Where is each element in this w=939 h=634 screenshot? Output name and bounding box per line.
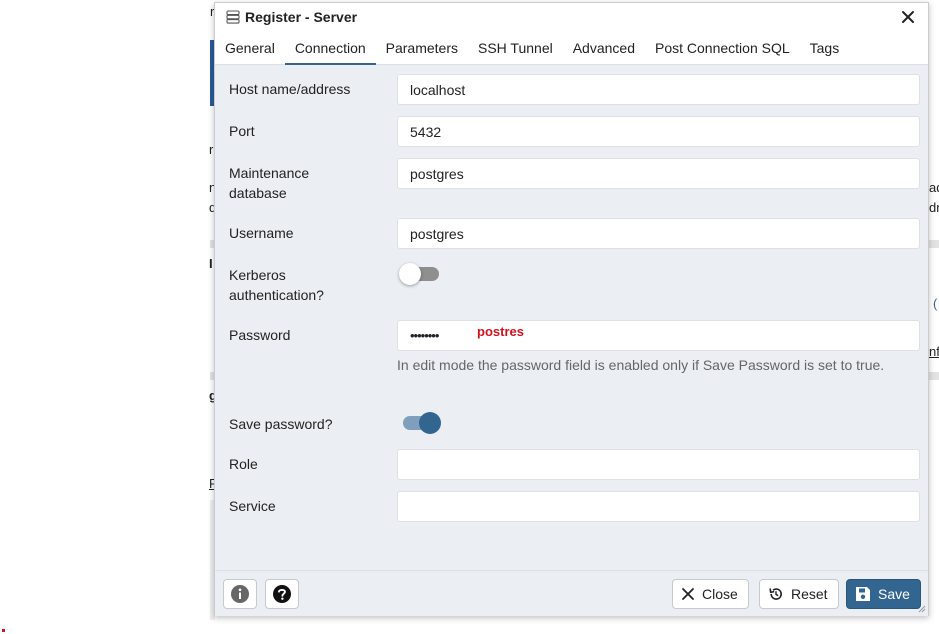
username-label: Username <box>229 225 294 241</box>
background-text-fragment: ad <box>929 180 939 195</box>
save-password-label: Save password? <box>229 416 333 432</box>
save-button-label: Save <box>878 586 910 602</box>
background-text-fragment: dr <box>929 200 939 215</box>
role-label: Role <box>229 456 258 472</box>
background-text-fragment: I <box>209 256 213 271</box>
help-button[interactable] <box>265 579 299 609</box>
host-label: Host name/address <box>229 81 351 97</box>
background-text-fragment: r <box>209 142 214 157</box>
save-icon <box>856 587 870 601</box>
background-text-fragment: nf <box>929 344 939 359</box>
port-input[interactable] <box>397 116 920 147</box>
stray-mark <box>2 629 5 632</box>
help-icon <box>273 585 291 603</box>
save-button[interactable]: Save <box>846 579 921 609</box>
host-input[interactable] <box>397 74 920 105</box>
maintenance-database-input[interactable] <box>397 158 920 189</box>
password-label: Password <box>229 327 291 343</box>
password-hint: In edit mode the password field is enabl… <box>397 357 885 373</box>
reset-icon <box>769 588 782 600</box>
connection-form: Host name/address Port Maintenance datab… <box>215 65 928 570</box>
kerberos-toggle[interactable] <box>399 262 441 286</box>
info-icon <box>231 585 249 603</box>
background-divider <box>929 372 939 380</box>
server-icon <box>226 10 240 24</box>
kerberos-label: Kerberos authentication? <box>229 267 324 303</box>
password-annotation: postres <box>477 324 524 339</box>
reset-button-label: Reset <box>791 586 828 602</box>
dialog-title: Register - Server <box>245 9 358 25</box>
tab-ssh-tunnel[interactable]: SSH Tunnel <box>468 31 563 65</box>
service-label: Service <box>229 498 276 514</box>
toggle-knob <box>399 263 421 285</box>
role-input[interactable] <box>397 449 920 480</box>
close-button[interactable]: Close <box>672 579 749 609</box>
password-input[interactable]: •••••••• <box>397 320 920 351</box>
maintenance-database-label: Maintenance database <box>229 165 310 201</box>
tab-advanced[interactable]: Advanced <box>563 31 645 65</box>
tab-bar: General Connection Parameters SSH Tunnel… <box>215 31 928 65</box>
close-icon <box>682 588 694 600</box>
dialog-footer: Close Reset Save <box>215 570 928 616</box>
register-server-dialog: Register - Server General Connection Par… <box>214 2 929 616</box>
username-input[interactable] <box>397 218 920 249</box>
dialog-titlebar[interactable]: Register - Server <box>215 3 928 31</box>
tab-parameters[interactable]: Parameters <box>376 31 468 65</box>
reset-button[interactable]: Reset <box>759 579 839 609</box>
background-text-fragment: ( <box>933 296 938 311</box>
resize-grip-icon[interactable] <box>918 605 926 613</box>
tab-tags[interactable]: Tags <box>800 31 850 65</box>
toggle-knob <box>419 412 441 434</box>
service-input[interactable] <box>397 491 920 522</box>
tab-post-connection-sql[interactable]: Post Connection SQL <box>645 31 800 65</box>
port-label: Port <box>229 123 255 139</box>
info-button[interactable] <box>223 579 257 609</box>
save-password-toggle[interactable] <box>401 411 441 435</box>
background-divider <box>929 240 939 248</box>
tab-connection[interactable]: Connection <box>284 31 376 65</box>
close-button-label: Close <box>702 586 738 602</box>
close-icon[interactable] <box>900 9 916 25</box>
tab-general[interactable]: General <box>215 31 285 65</box>
